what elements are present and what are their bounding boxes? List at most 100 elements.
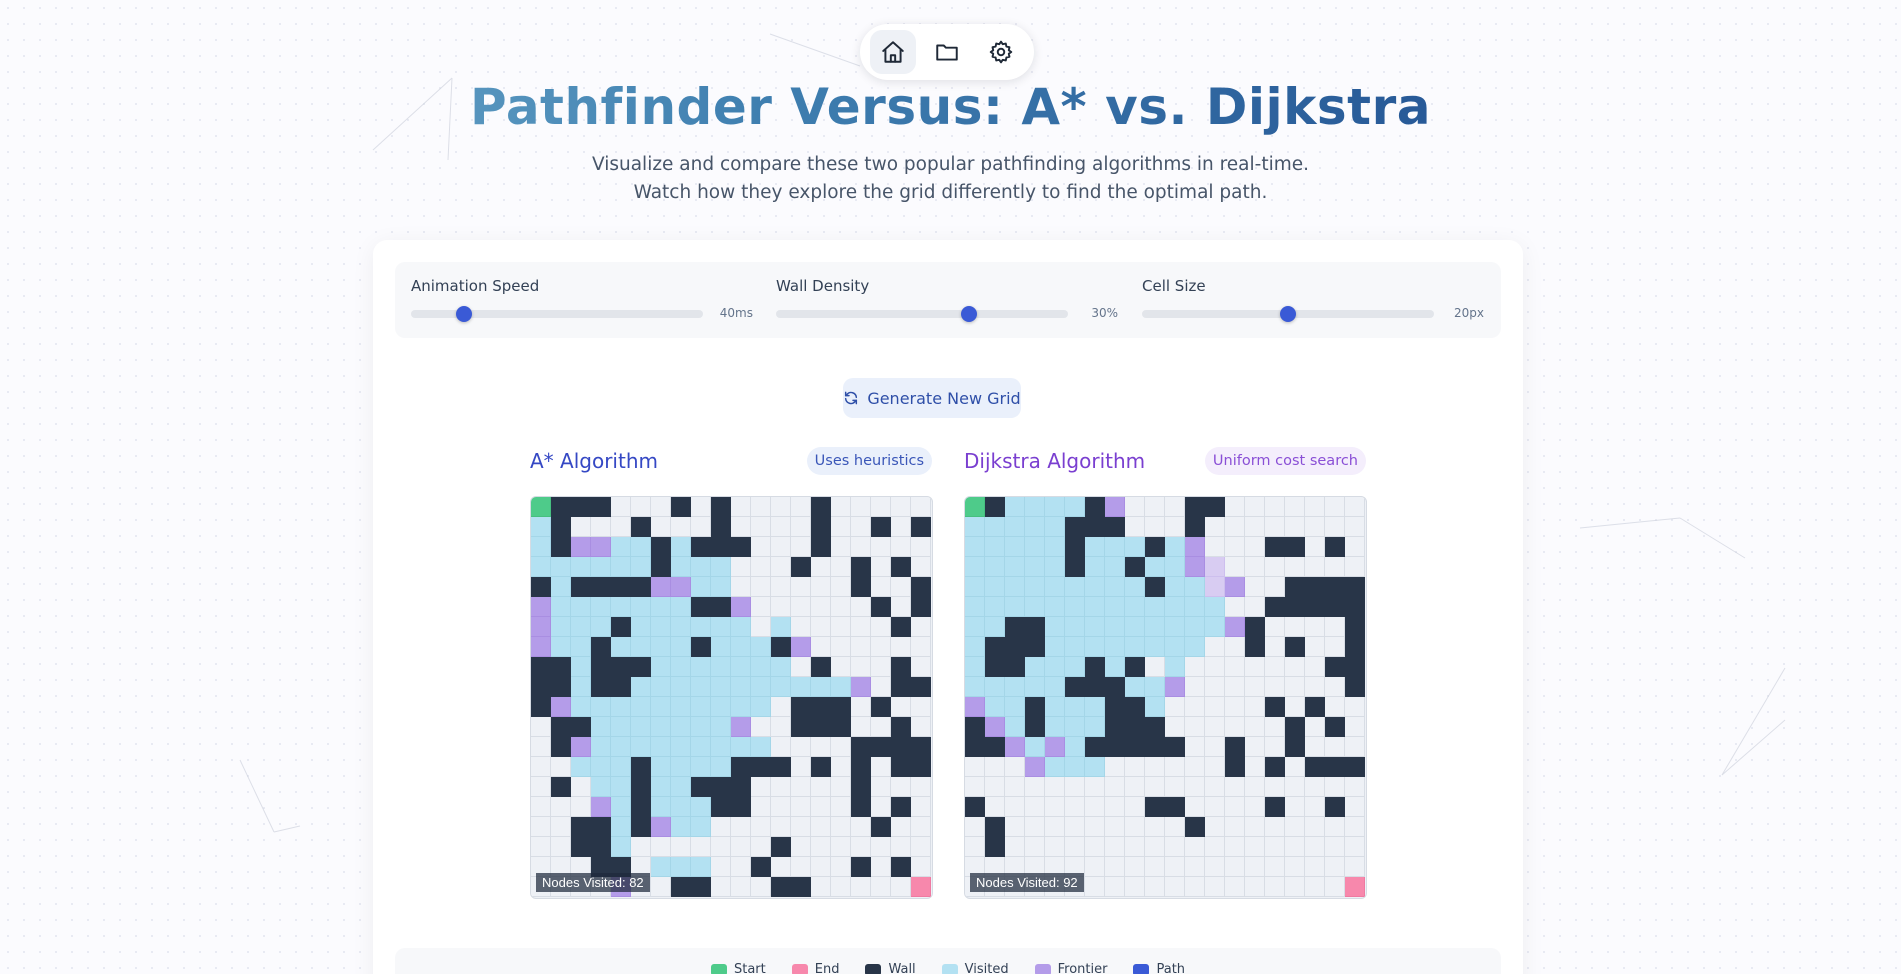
visited-cell[interactable] [651,797,671,817]
empty-cell[interactable] [1225,857,1245,877]
empty-cell[interactable] [1325,877,1345,897]
visited-cell[interactable] [571,617,591,637]
empty-cell[interactable] [911,557,931,577]
visited-cell[interactable] [651,677,671,697]
wall-cell[interactable] [1285,537,1305,557]
wall-cell[interactable] [1085,497,1105,517]
wall-cell[interactable] [751,857,771,877]
wall-cell[interactable] [1165,797,1185,817]
wall-cell[interactable] [1085,657,1105,677]
wall-cell[interactable] [811,537,831,557]
empty-cell[interactable] [611,517,631,537]
wall-cell[interactable] [1245,637,1265,657]
wall-cell[interactable] [611,577,631,597]
empty-cell[interactable] [1325,817,1345,837]
wall-cell[interactable] [1145,797,1165,817]
wall-cell[interactable] [811,657,831,677]
empty-cell[interactable] [531,777,551,797]
empty-cell[interactable] [831,517,851,537]
wall-cell[interactable] [871,737,891,757]
wall-cell[interactable] [1065,677,1085,697]
visited-cell[interactable] [1185,617,1205,637]
empty-cell[interactable] [711,857,731,877]
empty-cell[interactable] [611,497,631,517]
wall-cell[interactable] [591,657,611,677]
empty-cell[interactable] [751,517,771,537]
visited-cell[interactable] [651,637,671,657]
visited-cell[interactable] [731,697,751,717]
empty-cell[interactable] [791,837,811,857]
start-cell[interactable] [965,497,985,517]
empty-cell[interactable] [791,737,811,757]
empty-cell[interactable] [531,797,551,817]
empty-cell[interactable] [1065,797,1085,817]
wall-cell[interactable] [611,657,631,677]
wall-cell[interactable] [1285,637,1305,657]
frontier-cell[interactable] [531,637,551,657]
empty-cell[interactable] [771,797,791,817]
wall-cell[interactable] [891,557,911,577]
empty-cell[interactable] [571,797,591,817]
empty-cell[interactable] [1245,777,1265,797]
visited-cell[interactable] [671,657,691,677]
wall-cell[interactable] [891,857,911,877]
wall-cell[interactable] [1165,737,1185,757]
visited-cell[interactable] [1125,617,1145,637]
empty-cell[interactable] [751,577,771,597]
wall-cell[interactable] [1085,737,1105,757]
visited-cell[interactable] [671,677,691,697]
visited-cell[interactable] [1005,517,1025,537]
visited-cell[interactable] [651,697,671,717]
empty-cell[interactable] [1245,577,1265,597]
wall-cell[interactable] [891,677,911,697]
visited-cell[interactable] [651,657,671,677]
visited-cell[interactable] [1005,697,1025,717]
empty-cell[interactable] [1085,817,1105,837]
empty-cell[interactable] [1305,797,1325,817]
empty-cell[interactable] [891,597,911,617]
empty-cell[interactable] [1045,797,1065,817]
wall-cell[interactable] [571,817,591,837]
visited-cell[interactable] [985,697,1005,717]
empty-cell[interactable] [871,777,891,797]
visited-cell[interactable] [1085,617,1105,637]
wall-cell[interactable] [711,517,731,537]
empty-cell[interactable] [771,517,791,537]
wall-cell[interactable] [631,817,651,837]
visited-cell[interactable] [1165,577,1185,597]
visited-cell[interactable] [591,737,611,757]
empty-cell[interactable] [1045,817,1065,837]
frontier-cell[interactable] [551,697,571,717]
empty-cell[interactable] [1285,657,1305,677]
visited-cell[interactable] [591,757,611,777]
empty-cell[interactable] [691,837,711,857]
frontier-cell[interactable] [1165,677,1185,697]
empty-cell[interactable] [1165,857,1185,877]
visited-cell[interactable] [1165,617,1185,637]
visited-cell[interactable] [571,677,591,697]
wall-cell[interactable] [1305,597,1325,617]
visited-cell[interactable] [771,657,791,677]
wall-density-slider[interactable] [776,306,1068,322]
empty-cell[interactable] [1165,877,1185,897]
wall-cell[interactable] [591,837,611,857]
wall-cell[interactable] [851,757,871,777]
visited-cell[interactable] [671,737,691,757]
visited-cell[interactable] [1085,597,1105,617]
visited-cell[interactable] [1165,657,1185,677]
nav-projects-button[interactable] [924,30,970,74]
empty-cell[interactable] [1145,777,1165,797]
wall-cell[interactable] [631,797,651,817]
visited-cell[interactable] [671,817,691,837]
wall-cell[interactable] [985,657,1005,677]
empty-cell[interactable] [1165,517,1185,537]
visited-cell[interactable] [611,597,631,617]
empty-cell[interactable] [631,837,651,857]
empty-cell[interactable] [1325,617,1345,637]
empty-cell[interactable] [751,817,771,837]
empty-cell[interactable] [1285,677,1305,697]
wall-cell[interactable] [1145,577,1165,597]
empty-cell[interactable] [1205,677,1225,697]
visited-cell[interactable] [1185,637,1205,657]
wall-cell[interactable] [711,497,731,517]
